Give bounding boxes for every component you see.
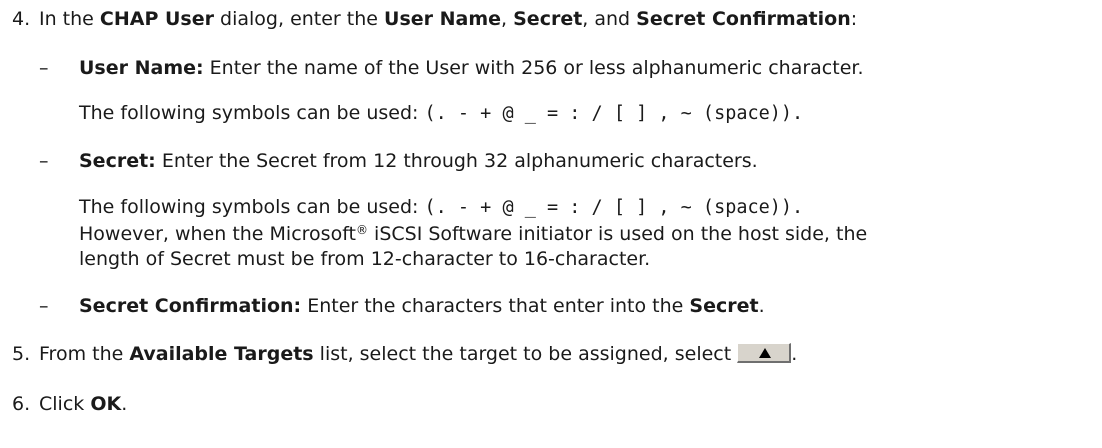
symbol-list: (. - + @ _ = : / [ ] , ~ (space)). <box>424 197 804 218</box>
text-span: The following symbols can be used: <box>79 196 425 218</box>
step-number: 6. <box>12 393 31 415</box>
substep-secret-confirmation: – Secret Confirmation: Enter the characte… <box>39 295 765 317</box>
text-span: From the <box>39 343 130 365</box>
procedure-document: 4. In the CHAP User dialog, enter the Use… <box>0 0 1102 448</box>
step-4-text: In the CHAP User dialog, enter the User … <box>39 8 857 30</box>
dash-bullet: – <box>39 57 49 79</box>
step-number: 5. <box>12 343 31 365</box>
field-name: Secret <box>513 8 583 30</box>
substep-secret: – Secret: Enter the Secret from 12 throug… <box>39 150 758 172</box>
registered-mark: ® <box>356 223 369 237</box>
up-triangle-icon <box>759 348 772 358</box>
field-description: Enter the Secret from 12 through 32 alph… <box>155 150 758 172</box>
step-4: 4. In the CHAP User dialog, enter the Use… <box>12 8 857 30</box>
dialog-name: CHAP User <box>99 8 214 30</box>
text-span: : <box>850 8 858 30</box>
text-span: , <box>501 8 514 30</box>
text-span: The following symbols can be used: <box>79 102 425 124</box>
field-name: User Name <box>384 8 502 30</box>
text-span: , and <box>582 8 637 30</box>
text-span: . <box>121 393 128 415</box>
text-span: dialog, enter the <box>214 8 385 30</box>
dash-bullet: – <box>39 150 49 172</box>
text-span: list, select the target to be assigned, … <box>313 343 738 365</box>
list-name: Available Targets <box>129 343 314 365</box>
step-5: 5. From the Available Targets list, selec… <box>12 343 797 365</box>
move-up-button[interactable] <box>737 343 792 363</box>
secret-note-line-1: However, when the Microsoft® iSCSI Softw… <box>79 222 867 247</box>
text-span: iSCSI Software initiator is used on the … <box>368 223 868 245</box>
dash-bullet: – <box>39 295 49 317</box>
text-span: However, when the Microsoft <box>79 223 357 245</box>
button-name: OK <box>90 393 122 415</box>
text-span: . <box>791 343 798 365</box>
text-span: Click <box>39 393 91 415</box>
field-description: Enter the name of the User with 256 or l… <box>203 57 864 79</box>
field-label: User Name: <box>79 57 204 79</box>
field-label: Secret: <box>79 150 156 172</box>
step-6: 6. Click OK. <box>12 393 127 415</box>
secret-note-line-2: length of Secret must be from 12-charact… <box>79 247 650 272</box>
field-name: Secret <box>689 295 759 317</box>
field-description: Enter the characters that enter into the <box>301 295 690 317</box>
field-label: Secret Confirmation: <box>79 295 302 317</box>
symbol-list: (. - + @ _ = : / [ ] , ~ (space)). <box>424 103 804 124</box>
field-name: Secret Confirmation <box>636 8 851 30</box>
text-span: length of Secret must be from 12-charact… <box>79 248 651 270</box>
step-number: 4. <box>12 8 31 30</box>
user-name-symbols: The following symbols can be used: (. - … <box>79 101 803 126</box>
text-span: . <box>758 295 765 317</box>
text-span: In the <box>39 8 100 30</box>
substep-user-name: – User Name: Enter the name of the User w… <box>39 57 864 79</box>
secret-symbols: The following symbols can be used: (. - … <box>79 195 803 220</box>
